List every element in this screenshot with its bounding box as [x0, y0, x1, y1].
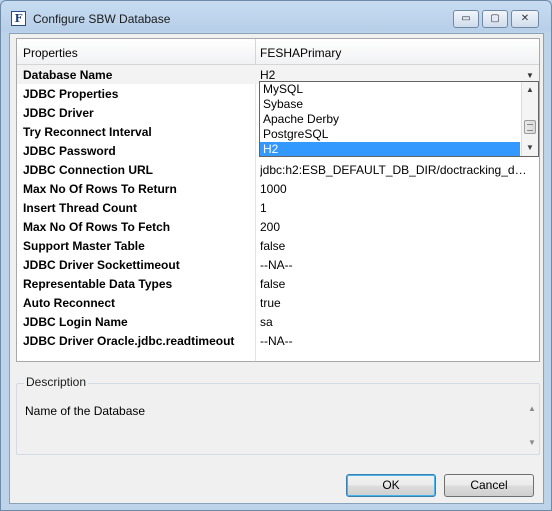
scroll-up-icon[interactable]: ▲: [526, 404, 538, 413]
property-value[interactable]: false: [260, 239, 530, 253]
scroll-thumb[interactable]: [524, 120, 536, 134]
property-name: Max No Of Rows To Fetch: [23, 220, 171, 234]
title-bar[interactable]: F Configure SBW Database ▭ ▢ ✕: [1, 1, 551, 35]
configure-dialog: F Configure SBW Database ▭ ▢ ✕ Propertie…: [0, 0, 552, 511]
property-name: Auto Reconnect: [23, 296, 116, 310]
dropdown-option[interactable]: Sybase: [260, 97, 520, 112]
dropdown-option[interactable]: PostgreSQL: [260, 127, 520, 142]
property-value[interactable]: 200: [260, 220, 530, 234]
property-value[interactable]: --NA--: [260, 258, 530, 272]
row-jdbc-connection-url[interactable]: JDBC Connection URL jdbc:h2:ESB_DEFAULT_…: [17, 160, 539, 179]
property-value[interactable]: 1: [260, 201, 530, 215]
property-name: Representable Data Types: [23, 277, 173, 291]
minimize-button[interactable]: ▭: [453, 10, 479, 28]
row-insert-thread-count[interactable]: Insert Thread Count 1: [17, 198, 539, 217]
properties-column-header: Properties: [23, 46, 78, 60]
property-name: Database Name: [23, 68, 113, 82]
row-support-master-table[interactable]: Support Master Table false: [17, 236, 539, 255]
property-name: Try Reconnect Interval: [23, 125, 152, 139]
property-value[interactable]: jdbc:h2:ESB_DEFAULT_DB_DIR/doctracking_d…: [260, 163, 530, 177]
row-jdbc-driver-sockettimeout[interactable]: JDBC Driver Sockettimeout --NA--: [17, 255, 539, 274]
description-title: Description: [24, 375, 89, 389]
property-name: Max No Of Rows To Return: [23, 182, 177, 196]
row-representable-data-types[interactable]: Representable Data Types false: [17, 274, 539, 293]
database-dropdown-list[interactable]: MySQL Sybase Apache Derby PostgreSQL H2 …: [259, 81, 539, 157]
row-max-rows-fetch[interactable]: Max No Of Rows To Fetch 200: [17, 217, 539, 236]
property-name: Insert Thread Count: [23, 201, 138, 215]
property-value[interactable]: sa: [260, 315, 530, 329]
database-name-combo[interactable]: H2: [260, 68, 530, 82]
property-value[interactable]: false: [260, 277, 530, 291]
property-name: JDBC Driver Oracle.jdbc.readtimeout: [23, 334, 235, 348]
property-name: JDBC Connection URL: [23, 163, 153, 177]
property-value[interactable]: --NA--: [260, 334, 530, 348]
row-jdbc-login-name[interactable]: JDBC Login Name sa: [17, 312, 539, 331]
scroll-up-icon[interactable]: ▲: [522, 82, 538, 97]
property-name: Support Master Table: [23, 239, 145, 253]
property-name: JDBC Password: [23, 144, 116, 158]
row-jdbc-driver-oracle-readtimeout[interactable]: JDBC Driver Oracle.jdbc.readtimeout --NA…: [17, 331, 539, 350]
ok-button[interactable]: OK: [346, 474, 436, 497]
dialog-body: Properties FESHAPrimary Database Name H2…: [9, 33, 544, 504]
description-scrollbar[interactable]: ▲ ▼: [526, 404, 538, 450]
row-max-rows-return[interactable]: Max No Of Rows To Return 1000: [17, 179, 539, 198]
window-title: Configure SBW Database: [33, 12, 171, 26]
dropdown-option[interactable]: MySQL: [260, 82, 520, 97]
app-logo-icon: F: [11, 11, 26, 26]
scroll-down-icon[interactable]: ▼: [526, 438, 538, 447]
dropdown-option-selected[interactable]: H2: [260, 142, 520, 156]
dropdown-scrollbar[interactable]: ▲ ▼: [521, 82, 538, 156]
property-grid-header: Properties FESHAPrimary: [17, 39, 539, 65]
maximize-button[interactable]: ▢: [482, 10, 508, 28]
profile-name: FESHAPrimary: [260, 46, 342, 60]
property-name: JDBC Driver Sockettimeout: [23, 258, 180, 272]
header-divider: [255, 39, 256, 65]
property-name: JDBC Properties: [23, 87, 119, 101]
row-auto-reconnect[interactable]: Auto Reconnect true: [17, 293, 539, 312]
cancel-button[interactable]: Cancel: [444, 474, 534, 497]
property-name: JDBC Driver: [23, 106, 94, 120]
close-button[interactable]: ✕: [511, 10, 539, 28]
dropdown-option[interactable]: Apache Derby: [260, 112, 520, 127]
description-text: Name of the Database: [25, 404, 146, 418]
property-value[interactable]: 1000: [260, 182, 530, 196]
property-name: JDBC Login Name: [23, 315, 128, 329]
property-value[interactable]: true: [260, 296, 530, 310]
scroll-down-icon[interactable]: ▼: [522, 140, 538, 155]
description-panel: Name of the Database ▲ ▼: [16, 383, 540, 455]
